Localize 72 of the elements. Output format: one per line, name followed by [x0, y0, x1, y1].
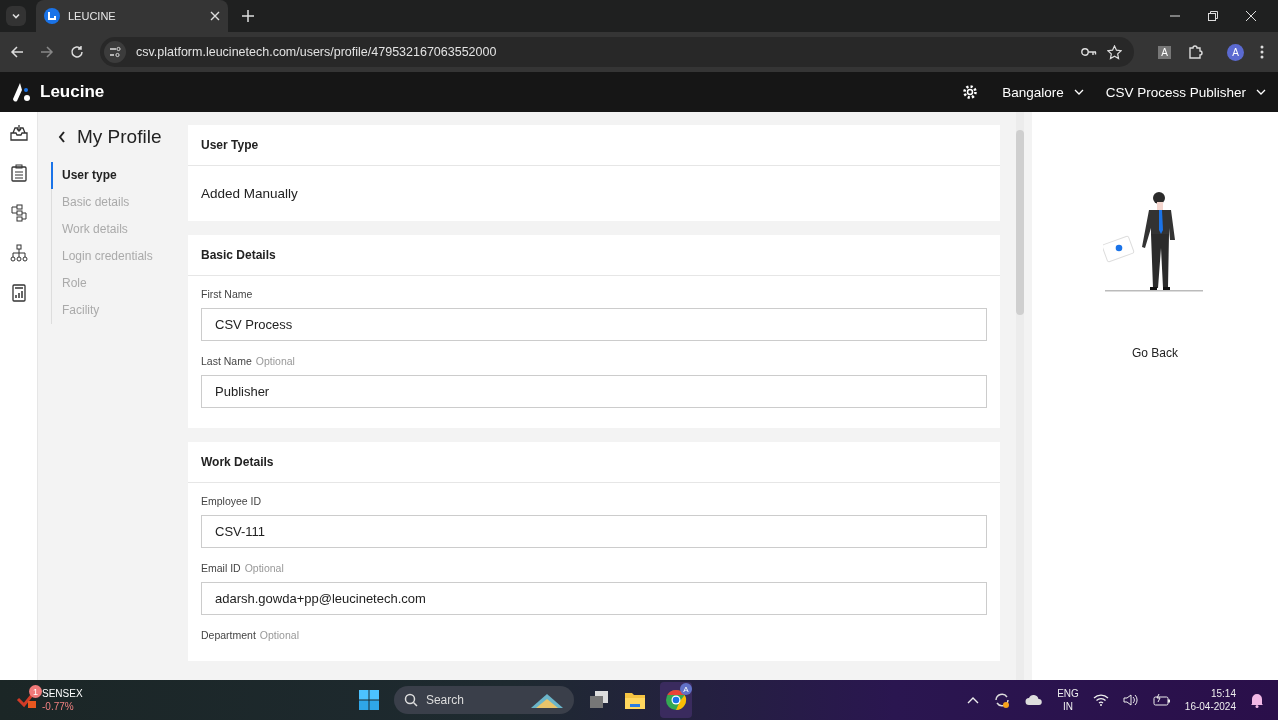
hierarchy-icon[interactable] [9, 244, 28, 262]
brand-name: Leucine [40, 82, 105, 102]
field-label: Employee ID [201, 495, 262, 507]
profile-badge: A [679, 683, 692, 695]
speaker-icon[interactable] [1122, 693, 1139, 707]
optional-tag: Optional [259, 629, 299, 641]
chevron-down-icon [1073, 89, 1084, 95]
field-label: Department [201, 629, 256, 641]
search-icon [403, 693, 418, 707]
new-tab-icon[interactable] [242, 10, 254, 22]
site-settings-icon[interactable] [104, 41, 126, 63]
close-icon[interactable] [210, 11, 220, 21]
browser-tab[interactable]: LEUCINE [36, 0, 228, 32]
cloud-icon[interactable] [1025, 694, 1044, 706]
sync-icon[interactable] [993, 691, 1012, 709]
browser-taskbar-button[interactable]: A [659, 682, 692, 718]
optional-tag: Optional [244, 562, 284, 574]
section-title: Basic Details [201, 248, 276, 262]
chevron-down-icon [1256, 89, 1266, 95]
tab-title: LEUCINE [68, 10, 117, 22]
scrollbar-thumb[interactable] [1016, 130, 1024, 315]
field-label: First Name [201, 288, 253, 300]
task-view-icon[interactable] [587, 689, 610, 711]
language-indicator[interactable]: ENG IN [1057, 687, 1079, 713]
address-bar[interactable]: csv.platform.leucinetech.com/users/profile/479532167063552000 [100, 37, 1134, 67]
site-logo-icon [44, 8, 60, 24]
field-label: Email ID [201, 562, 241, 574]
clock[interactable]: 15:14 16-04-2024 [1184, 687, 1236, 713]
settings-icon[interactable] [962, 84, 979, 100]
landscape-art-icon [529, 691, 564, 709]
reload-icon[interactable] [70, 45, 84, 59]
facility-dropdown[interactable]: Bangalore [1002, 84, 1084, 100]
extension-icon[interactable]: A [1158, 45, 1171, 59]
battery-icon[interactable] [1152, 693, 1171, 707]
forward-arrow-icon[interactable] [40, 45, 54, 59]
brand-logo-icon [12, 82, 32, 102]
taskbar-search[interactable]: Search [393, 686, 574, 714]
input-field[interactable]: Publisher [201, 375, 987, 408]
browser-logo-icon [664, 689, 687, 711]
section-title: User Type [201, 138, 259, 152]
back-chevron-icon[interactable] [58, 131, 66, 143]
input-field[interactable]: CSV-111 [201, 515, 987, 548]
close-window-icon[interactable] [1246, 11, 1256, 21]
tab-list-button[interactable] [6, 6, 26, 26]
profile-avatar[interactable]: A [1227, 43, 1244, 61]
user-dropdown[interactable]: CSV Process Publisher [1105, 84, 1266, 100]
flow-icon[interactable] [9, 204, 28, 222]
bell-icon[interactable] [1250, 692, 1264, 708]
checklist-icon[interactable] [9, 164, 28, 182]
wifi-icon[interactable] [1092, 694, 1109, 706]
user-type-value: Added Manually [201, 186, 298, 201]
optional-tag: Optional [255, 355, 295, 367]
restore-icon[interactable] [1208, 11, 1218, 21]
field-label: Last Name [201, 355, 252, 367]
back-arrow-icon[interactable] [10, 45, 24, 59]
report-icon[interactable] [9, 284, 28, 302]
page-title: My Profile [77, 126, 162, 148]
chevron-up-icon[interactable] [967, 696, 980, 704]
puzzle-icon[interactable] [1187, 44, 1203, 60]
input-field[interactable]: CSV Process [201, 308, 987, 341]
folder-icon[interactable] [623, 690, 646, 710]
inbox-icon[interactable] [9, 124, 28, 142]
key-icon[interactable] [1081, 47, 1097, 57]
star-icon[interactable] [1107, 44, 1122, 60]
windows-start-icon[interactable] [357, 689, 380, 711]
notification-badge: 1 [29, 685, 42, 698]
ticker-name: SENSEX [42, 687, 83, 700]
more-menu-icon[interactable] [1260, 45, 1264, 59]
go-back-link[interactable]: Go Back [1132, 346, 1178, 360]
input-field[interactable]: adarsh.gowda+pp@leucinetech.com [201, 582, 987, 615]
ticker-change: -0.77% [42, 700, 75, 713]
section-title: Work Details [201, 455, 274, 469]
